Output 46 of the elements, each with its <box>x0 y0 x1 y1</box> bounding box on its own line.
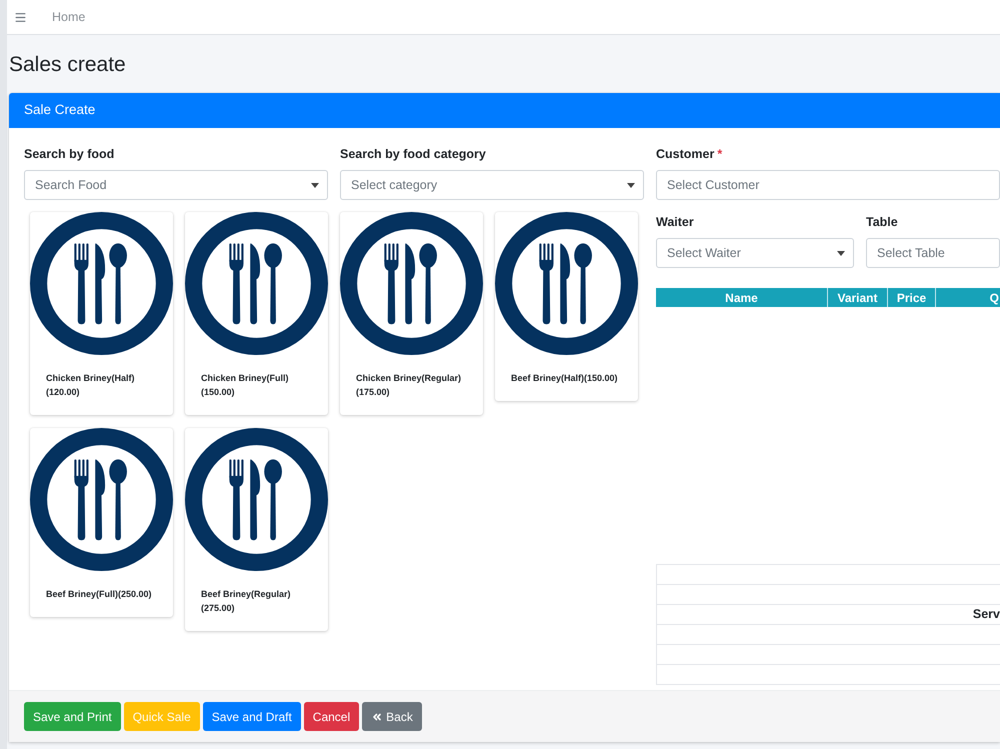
save-draft-button[interactable]: Save and Draft <box>202 702 301 731</box>
summary-label: Serv <box>972 606 1000 624</box>
food-card[interactable]: Beef Briney(Full)(250.00) <box>30 428 173 617</box>
food-name: Chicken Briney(Full)(150.00) <box>201 372 290 399</box>
field-label: Search by food <box>24 146 114 163</box>
home-link[interactable]: Home <box>52 8 86 26</box>
plate-cutlery-icon <box>495 212 638 355</box>
column-header: Name <box>656 288 827 307</box>
plate-cutlery-icon <box>340 212 483 355</box>
plate-cutlery-icon <box>185 212 328 355</box>
double-chevron-left-icon <box>371 710 384 722</box>
field-label: Waiter <box>656 214 694 231</box>
food-card[interactable]: Chicken Briney(Half)(120.00) <box>30 212 173 415</box>
field-label: Search by food category <box>340 146 486 163</box>
cancel-button[interactable]: Cancel <box>304 702 360 731</box>
caret-icon <box>311 182 319 188</box>
field-label: Customer <box>656 146 714 163</box>
food-name: Beef Briney(Regular)(275.00) <box>201 588 292 615</box>
caret-icon <box>627 182 635 188</box>
food-card[interactable]: Beef Briney(Half)(150.00) <box>495 212 638 401</box>
column-header: Q <box>935 288 1000 307</box>
back-button[interactable]: Back <box>362 702 422 731</box>
caret-icon <box>837 250 845 256</box>
food-card[interactable]: Chicken Briney(Full)(150.00) <box>185 212 328 415</box>
field-label: Table <box>866 214 898 231</box>
column-header: Price <box>887 288 935 307</box>
plate-cutlery-icon <box>185 428 328 571</box>
save-print-button[interactable]: Save and Print <box>24 702 121 731</box>
food-card[interactable]: Chicken Briney(Regular)(175.00) <box>340 212 483 415</box>
waiter-select[interactable]: Select Waiter <box>656 238 854 268</box>
food-search-select[interactable]: Search Food <box>24 170 328 200</box>
food-name: Beef Briney(Full)(250.00) <box>46 588 153 601</box>
card-title: Sale Create <box>24 101 96 120</box>
menu-icon[interactable] <box>14 10 27 24</box>
food-name: Chicken Briney(Regular)(175.00) <box>356 372 462 399</box>
plate-cutlery-icon <box>30 212 173 355</box>
food-name: Beef Briney(Half)(150.00) <box>511 372 619 385</box>
food-card[interactable]: Beef Briney(Regular)(275.00) <box>185 428 328 631</box>
required-asterisk: * <box>717 146 722 163</box>
food-name: Chicken Briney(Half)(120.00) <box>46 372 136 399</box>
page-title: Sales create <box>9 54 126 74</box>
category-select[interactable]: Select category <box>340 170 644 200</box>
customer-select[interactable]: Select Customer <box>656 170 1000 200</box>
plate-cutlery-icon <box>30 428 173 571</box>
table-select[interactable]: Select Table <box>866 238 1000 268</box>
column-header: Variant <box>827 288 887 307</box>
